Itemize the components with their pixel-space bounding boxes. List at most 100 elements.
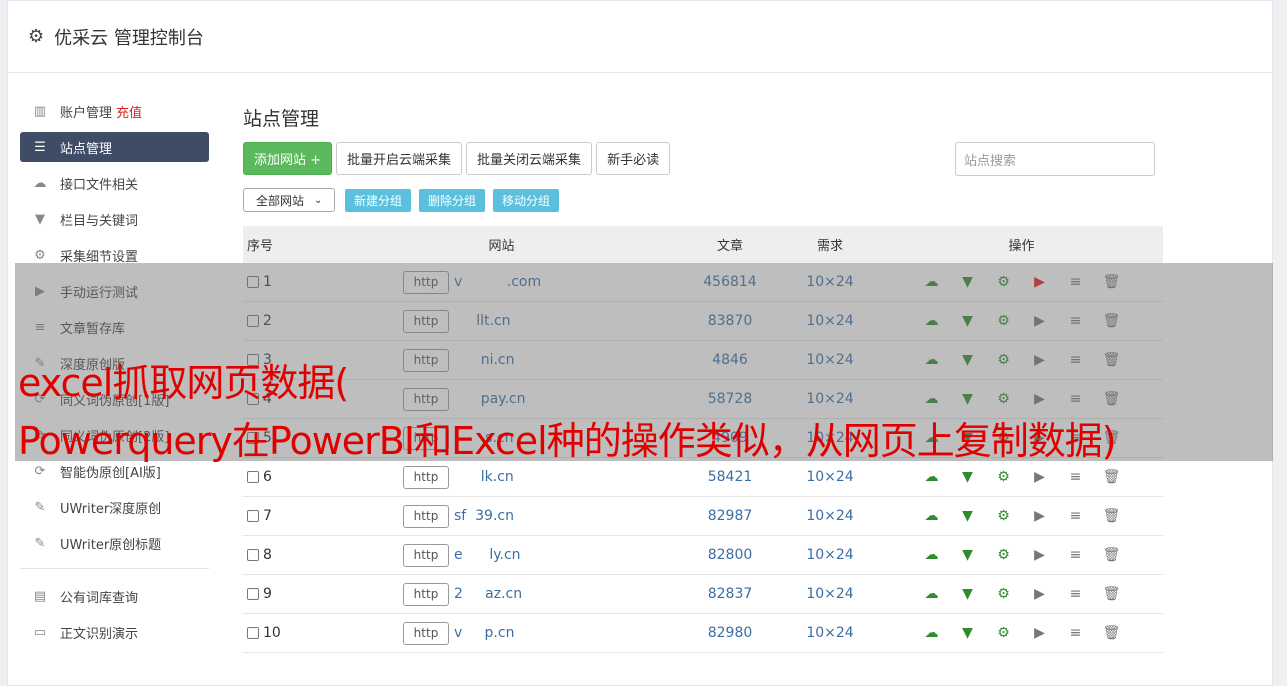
sidebar-item-label: UWriter深度原创 [60, 501, 162, 517]
top-bar: ⚙ 优采云 管理控制台 [8, 1, 1272, 73]
row-checkbox[interactable] [247, 627, 259, 639]
trash-icon[interactable]: 🗑 [1094, 625, 1130, 641]
filter-icon[interactable]: ▼ [950, 469, 986, 485]
new-group-button[interactable]: 新建分组 [345, 188, 412, 212]
site-domain[interactable]: 2 az.cn [454, 586, 522, 602]
demand-value: 10×24 [806, 469, 854, 485]
sidebar-item-uwriter-title[interactable]: ✎ UWriter原创标题 [20, 528, 209, 558]
cloud-upload-icon[interactable]: ☁ [914, 625, 950, 641]
filter-icon[interactable]: ▼ [950, 508, 986, 524]
add-site-button[interactable]: 添加网站 + [243, 142, 333, 175]
http-badge[interactable]: http [403, 465, 449, 489]
sidebar-item-label: 栏目与关键词 [60, 213, 139, 229]
site-domain[interactable]: v p.cn [454, 625, 514, 641]
sidebar-item-label: 公有词库查询 [60, 590, 139, 606]
table-header: 序号 网站 文章 需求 操作 [243, 226, 1163, 263]
row-checkbox[interactable] [247, 471, 259, 483]
sidebar-item-sites[interactable]: ☰ 站点管理 [20, 132, 209, 162]
database-icon[interactable]: ≡ [1058, 625, 1094, 641]
filter-icon[interactable]: ▼ [950, 586, 986, 602]
filter-icon[interactable]: ▼ [950, 547, 986, 563]
cogs-icon[interactable]: ⚙ [986, 547, 1022, 563]
site-domain[interactable]: e ly.cn [454, 547, 521, 563]
site-cell: http lk.cn [323, 465, 680, 489]
sidebar-item-columns-keywords[interactable]: ▼ 栏目与关键词 [20, 204, 209, 234]
play-icon[interactable]: ▶ [1022, 625, 1058, 641]
row-num: 10 [263, 625, 281, 641]
row-actions: ☁ ▼ ⚙ ▶ ≡ 🗑 [880, 508, 1163, 524]
site-domain[interactable]: lk.cn [454, 469, 514, 485]
table-row: 10 http v p.cn 82980 10×24 ☁ ▼ ⚙ ▶ ≡ 🗑 [243, 614, 1163, 653]
database-icon[interactable]: ≡ [1058, 547, 1094, 563]
http-badge[interactable]: http [403, 582, 449, 606]
sidebar-item-public-dict[interactable]: ▤ 公有词库查询 [20, 581, 209, 611]
article-count[interactable]: 82980 [680, 625, 780, 641]
cloud-upload-icon[interactable]: ☁ [914, 586, 950, 602]
beginner-guide-button[interactable]: 新手必读 [596, 142, 671, 175]
row-num: 9 [263, 586, 272, 602]
header-ops: 操作 [1008, 239, 1035, 254]
cogs-icon[interactable]: ⚙ [986, 508, 1022, 524]
batch-close-cloud-button[interactable]: 批量关闭云端采集 [466, 142, 593, 175]
site-domain[interactable]: sf 39.cn [454, 508, 514, 524]
group-select-value: 全部网站 [256, 193, 305, 208]
row-num-cell: 7 [243, 508, 323, 524]
sidebar-item-interface-files[interactable]: ☁ 接口文件相关 [20, 168, 209, 198]
monitor-icon: ▭ [33, 624, 47, 640]
group-select[interactable]: 全部网站 ⌄ [243, 188, 335, 212]
demand-value: 10×24 [806, 586, 854, 602]
database-icon[interactable]: ≡ [1058, 469, 1094, 485]
server-icon: ☰ [34, 139, 46, 155]
table-row: 9 http 2 az.cn 82837 10×24 ☁ ▼ ⚙ ▶ ≡ 🗑 [243, 575, 1163, 614]
refresh-icon: ⟳ [34, 463, 46, 479]
cogs-icon[interactable]: ⚙ [986, 586, 1022, 602]
trash-icon[interactable]: 🗑 [1094, 508, 1130, 524]
play-icon[interactable]: ▶ [1022, 508, 1058, 524]
sidebar-item-label: 采集细节设置 [60, 249, 139, 265]
play-icon[interactable]: ▶ [1022, 586, 1058, 602]
sidebar-item-label: UWriter原创标题 [60, 537, 162, 553]
row-actions: ☁ ▼ ⚙ ▶ ≡ 🗑 [880, 625, 1163, 641]
cloud-upload-icon[interactable]: ☁ [914, 547, 950, 563]
article-count[interactable]: 82987 [680, 508, 780, 524]
gear-icon: ⚙ [28, 26, 45, 47]
site-search-input[interactable]: 站点搜索 [955, 142, 1155, 176]
play-icon[interactable]: ▶ [1022, 547, 1058, 563]
batch-open-cloud-button[interactable]: 批量开启云端采集 [336, 142, 463, 175]
row-actions: ☁ ▼ ⚙ ▶ ≡ 🗑 [880, 469, 1163, 485]
cogs-icon[interactable]: ⚙ [986, 625, 1022, 641]
sidebar-item-uwriter-deep[interactable]: ✎ UWriter深度原创 [20, 492, 209, 522]
row-checkbox[interactable] [247, 549, 259, 561]
row-checkbox[interactable] [247, 510, 259, 522]
database-icon[interactable]: ≡ [1058, 586, 1094, 602]
article-count[interactable]: 82837 [680, 586, 780, 602]
article-count[interactable]: 82800 [680, 547, 780, 563]
play-icon[interactable]: ▶ [1022, 469, 1058, 485]
database-icon[interactable]: ≡ [1058, 508, 1094, 524]
http-badge[interactable]: http [403, 543, 449, 567]
cloud-upload-icon[interactable]: ☁ [914, 508, 950, 524]
group-controls: 全部网站 ⌄ 新建分组 删除分组 移动分组 [243, 188, 567, 212]
http-badge[interactable]: http [403, 621, 449, 645]
book-icon: ▤ [33, 588, 47, 604]
row-checkbox[interactable] [247, 588, 259, 600]
site-cell: http e ly.cn [323, 543, 680, 567]
http-badge[interactable]: http [403, 504, 449, 528]
row-actions: ☁ ▼ ⚙ ▶ ≡ 🗑 [880, 586, 1163, 602]
cloud-upload-icon[interactable]: ☁ [914, 469, 950, 485]
cloud-upload-icon: ☁ [33, 175, 47, 191]
article-count[interactable]: 58421 [680, 469, 780, 485]
sidebar-item-label: 站点管理 [60, 141, 113, 157]
sidebar-item-text-recognition[interactable]: ▭ 正文识别演示 [20, 617, 209, 647]
header-articles: 文章 [716, 239, 743, 254]
sidebar-item-account[interactable]: ▥ 账户管理 充值 [20, 96, 209, 126]
filter-icon[interactable]: ▼ [950, 625, 986, 641]
cogs-icon[interactable]: ⚙ [986, 469, 1022, 485]
recharge-link[interactable]: 充值 [116, 102, 142, 121]
move-group-button[interactable]: 移动分组 [493, 188, 560, 212]
trash-icon[interactable]: 🗑 [1094, 586, 1130, 602]
trash-icon[interactable]: 🗑 [1094, 469, 1130, 485]
trash-icon[interactable]: 🗑 [1094, 547, 1130, 563]
delete-group-button[interactable]: 删除分组 [419, 188, 486, 212]
demand-value: 10×24 [806, 508, 854, 524]
